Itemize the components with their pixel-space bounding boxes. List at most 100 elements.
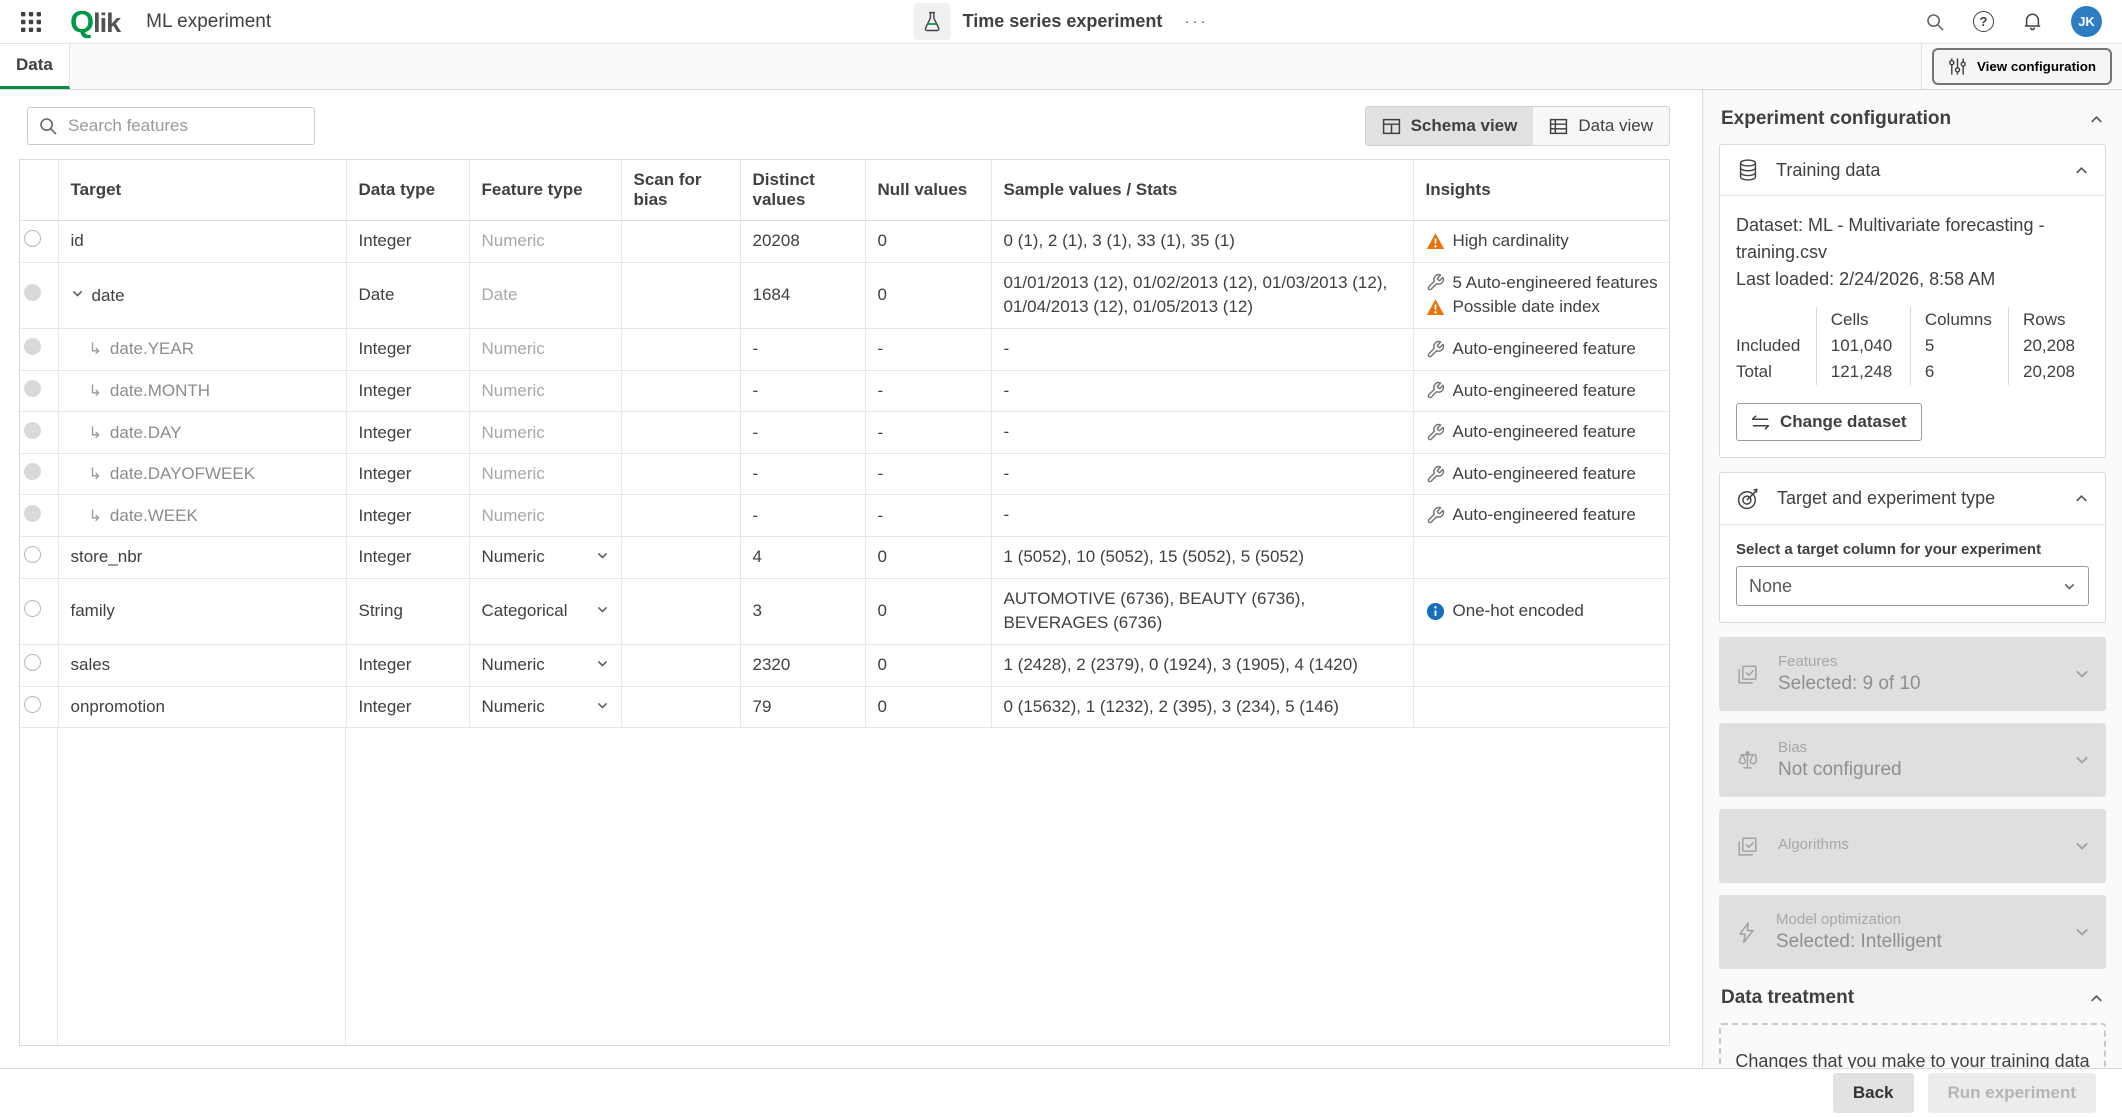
col-header-data-type: Data type bbox=[346, 160, 469, 221]
target-radio[interactable] bbox=[24, 338, 41, 355]
distinct-values-cell: 20208 bbox=[740, 221, 865, 263]
null-values-cell: - bbox=[865, 412, 991, 454]
feature-name: date.DAY bbox=[110, 423, 182, 442]
experiment-header: Time series experiment ··· bbox=[914, 3, 1209, 40]
target-radio[interactable] bbox=[24, 546, 41, 563]
target-radio[interactable] bbox=[24, 600, 41, 617]
radio-cell bbox=[20, 453, 58, 495]
swap-arrows-icon bbox=[1751, 415, 1770, 430]
insight-item: Possible date index bbox=[1426, 295, 1662, 320]
feature-type-cell: Numeric bbox=[469, 495, 621, 537]
null-values-cell: 0 bbox=[865, 645, 991, 687]
target-radio[interactable] bbox=[24, 654, 41, 671]
insight-item: Auto-engineered feature bbox=[1426, 379, 1662, 404]
radio-cell bbox=[20, 262, 58, 328]
sample-values-cell: - bbox=[991, 370, 1413, 412]
target-radio[interactable] bbox=[24, 422, 41, 439]
table-row: ↳onpromotion Integer Numeric 79 0 0 (156… bbox=[20, 686, 1670, 728]
radio-cell bbox=[20, 495, 58, 537]
engineered-icon bbox=[1426, 273, 1445, 292]
subfeature-arrow-icon: ↳ bbox=[89, 466, 102, 483]
model-optimization-section: Model optimization Selected: Intelligent bbox=[1719, 895, 2106, 969]
user-avatar[interactable]: JK bbox=[2071, 6, 2102, 37]
chevron-down-icon[interactable] bbox=[588, 697, 609, 717]
search-icon[interactable] bbox=[1925, 12, 1945, 32]
target-radio[interactable] bbox=[24, 284, 41, 301]
target-type-card: Target and experiment type Select a targ… bbox=[1719, 472, 2106, 623]
target-radio[interactable] bbox=[24, 380, 41, 397]
chevron-up-icon[interactable] bbox=[2074, 491, 2089, 506]
help-icon[interactable]: ? bbox=[1973, 11, 1994, 32]
chevron-up-icon[interactable] bbox=[2074, 163, 2089, 178]
schema-view-toggle[interactable]: Schema view bbox=[1366, 107, 1534, 145]
col-header-sample-values: Sample values / Stats bbox=[991, 160, 1413, 221]
training-data-label: Training data bbox=[1776, 160, 2058, 181]
qlik-logo: Qlik bbox=[70, 4, 120, 40]
notifications-bell-icon[interactable] bbox=[2022, 11, 2043, 32]
target-radio[interactable] bbox=[24, 505, 41, 522]
tab-data[interactable]: Data bbox=[0, 44, 70, 89]
algorithms-icon bbox=[1735, 834, 1760, 859]
run-experiment-button[interactable]: Run experiment bbox=[1928, 1073, 2096, 1113]
stats-value: 6 bbox=[1910, 359, 2008, 385]
target-radio[interactable] bbox=[24, 463, 41, 480]
target-column-select[interactable]: None bbox=[1736, 566, 2089, 606]
target-radio[interactable] bbox=[24, 230, 41, 247]
insight-item: Auto-engineered feature bbox=[1426, 337, 1662, 362]
change-dataset-button[interactable]: Change dataset bbox=[1736, 403, 1922, 441]
feature-type-value: Numeric bbox=[482, 381, 545, 401]
insights-cell: Auto-engineered feature bbox=[1413, 495, 1670, 537]
chevron-down-icon[interactable] bbox=[2074, 666, 2090, 682]
footer-bar: Back Run experiment bbox=[0, 1068, 2122, 1117]
target-radio[interactable] bbox=[24, 696, 41, 713]
scan-for-bias-cell bbox=[621, 645, 740, 687]
insight-text: 5 Auto-engineered features bbox=[1453, 271, 1658, 296]
panel-title: Experiment configuration bbox=[1721, 108, 1951, 130]
section-label: Algorithms bbox=[1778, 836, 2056, 853]
engineered-icon bbox=[1426, 506, 1445, 525]
stats-value: 121,248 bbox=[1816, 359, 1910, 385]
experiment-menu-button[interactable]: ··· bbox=[1184, 13, 1208, 30]
col-header-insights: Insights bbox=[1413, 160, 1670, 221]
data-treatment-title: Data treatment bbox=[1721, 987, 1854, 1009]
sample-values-cell: - bbox=[991, 328, 1413, 370]
sample-values-cell: - bbox=[991, 495, 1413, 537]
subfeature-arrow-icon: ↳ bbox=[89, 425, 102, 442]
data-view-icon bbox=[1549, 117, 1568, 136]
app-launcher-icon[interactable] bbox=[20, 11, 42, 33]
app-title: ML experiment bbox=[146, 11, 271, 33]
section-label: Model optimization bbox=[1776, 911, 2056, 928]
back-button[interactable]: Back bbox=[1833, 1073, 1914, 1113]
chevron-down-icon[interactable] bbox=[2074, 752, 2090, 768]
chevron-down-icon[interactable] bbox=[588, 601, 609, 621]
subfeature-arrow-icon: ↳ bbox=[89, 341, 102, 358]
feature-table: Target Data type Feature type Scan for b… bbox=[19, 159, 1670, 1046]
feature-name: store_nbr bbox=[71, 547, 143, 566]
feature-type-cell: Numeric bbox=[469, 221, 621, 263]
warning-icon bbox=[1426, 232, 1445, 251]
feature-type-value: Numeric bbox=[482, 231, 545, 251]
collapse-chevron-icon[interactable] bbox=[71, 285, 84, 305]
feature-type-cell: Numeric bbox=[469, 412, 621, 454]
chevron-down-icon[interactable] bbox=[588, 655, 609, 675]
stats-header-columns: Columns bbox=[1910, 307, 2008, 333]
radio-cell bbox=[20, 686, 58, 728]
stats-header-rows: Rows bbox=[2009, 307, 2090, 333]
feature-name: date.DAYOFWEEK bbox=[110, 464, 255, 483]
dataset-stats-table: Cells Columns Rows Included 101,040 5 20… bbox=[1736, 307, 2089, 385]
target-cell: ↳date.MONTH bbox=[58, 370, 346, 412]
top-bar: Qlik ML experiment Time series experimen… bbox=[0, 0, 2122, 44]
engineered-icon bbox=[1426, 340, 1445, 359]
chevron-down-icon[interactable] bbox=[588, 547, 609, 567]
search-features-input[interactable] bbox=[27, 107, 315, 145]
target-cell: ↳date.WEEK bbox=[58, 495, 346, 537]
chevron-down-icon[interactable] bbox=[2074, 924, 2090, 940]
view-configuration-button[interactable]: View configuration bbox=[1932, 48, 2112, 85]
insight-item: Auto-engineered feature bbox=[1426, 420, 1662, 445]
feature-name: date.MONTH bbox=[110, 381, 210, 400]
chevron-up-icon[interactable] bbox=[2089, 991, 2104, 1006]
data-view-toggle[interactable]: Data view bbox=[1533, 107, 1669, 145]
chevron-down-icon[interactable] bbox=[2074, 838, 2090, 854]
chevron-up-icon[interactable] bbox=[2089, 112, 2104, 127]
null-values-cell: - bbox=[865, 328, 991, 370]
